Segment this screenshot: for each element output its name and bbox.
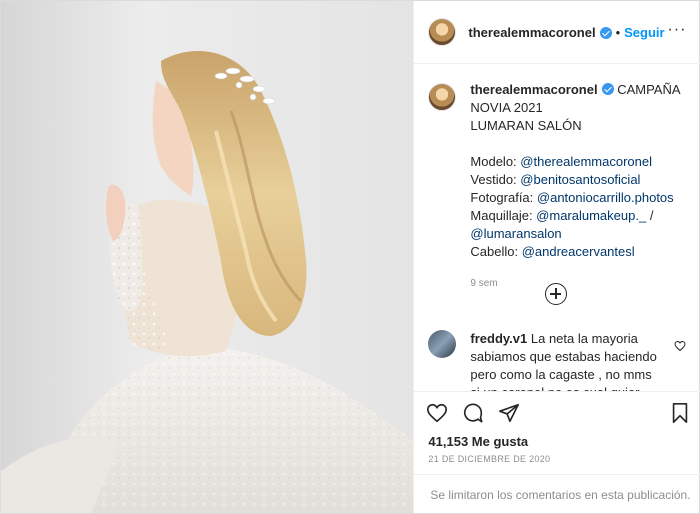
likes-count[interactable]: 41,153 Me gusta <box>428 434 528 449</box>
post-caption: therealemmacoronel CAMPAÑA NOVIA 2021 LU… <box>428 81 686 293</box>
action-icons <box>426 402 520 424</box>
comment-item: freddy.v1 La neta la mayoria sabiamos qu… <box>428 330 686 391</box>
credit-line: Vestido: @benitosantosoficial <box>470 171 680 189</box>
post-date[interactable]: 21 DE DICIEMBRE DE 2020 <box>428 454 550 464</box>
caption-line2: NOVIA 2021 <box>470 100 543 115</box>
caption-username[interactable]: therealemmacoronel <box>470 82 597 97</box>
credit-label: Fotografía: <box>470 190 537 205</box>
credit-line: Fotografía: @antoniocarrillo.photos <box>470 189 680 207</box>
caption-body: therealemmacoronel CAMPAÑA NOVIA 2021 LU… <box>470 81 680 293</box>
credit-label: Maquillaje: <box>470 208 537 223</box>
comment-bubble-icon[interactable] <box>462 402 484 424</box>
credit-mention[interactable]: @lumaransalon <box>470 226 561 241</box>
comment-body: freddy.v1 La neta la mayoria sabiamos qu… <box>470 330 660 391</box>
credit-suffix: / <box>646 208 654 223</box>
more-options-icon[interactable]: ··· <box>667 21 686 39</box>
credit-mention[interactable]: @benitosantosoficial <box>520 172 640 187</box>
post-header: therealemmacoronel • Seguir ··· <box>414 1 700 64</box>
credit-mention[interactable]: @maralumakeup._ <box>536 208 646 223</box>
post-actions: 41,153 Me gusta 21 DE DICIEMBRE DE 2020 … <box>414 391 700 513</box>
credit-mention[interactable]: @antoniocarrillo.photos <box>537 190 674 205</box>
caption-line1: CAMPAÑA <box>617 82 681 97</box>
load-more-comments-icon[interactable] <box>545 283 568 305</box>
separator-dot: • <box>615 24 621 40</box>
share-send-icon[interactable] <box>498 402 520 424</box>
save-bookmark-button[interactable] <box>670 402 690 424</box>
credit-line: @lumaransalon <box>470 225 680 243</box>
comment-like-icon[interactable] <box>674 340 686 352</box>
credit-mention[interactable]: @andreacervantesl <box>522 244 635 259</box>
author-username[interactable]: therealemmacoronel <box>468 25 595 40</box>
credit-line: Maquillaje: @maralumakeup._ / <box>470 207 680 225</box>
caption-line3: LUMARAN SALÓN <box>470 118 582 133</box>
caption-time: 9 sem <box>470 278 498 289</box>
like-heart-icon[interactable] <box>426 402 448 424</box>
post-sidebar: therealemmacoronel • Seguir ··· thereale… <box>413 1 700 513</box>
follow-button[interactable]: Seguir <box>624 25 664 40</box>
author-avatar[interactable] <box>428 18 457 46</box>
bride-photo-illustration <box>1 1 414 513</box>
commenter-avatar[interactable] <box>428 330 457 358</box>
verified-badge-icon <box>599 27 612 39</box>
commenter-username[interactable]: freddy.v1 <box>470 331 527 346</box>
comments-limited-notice: Se limitaron los comentarios en esta pub… <box>414 474 700 514</box>
caption-verified-icon <box>601 83 614 95</box>
credit-mention[interactable]: @therealemmacoronel <box>520 154 652 169</box>
credit-label: Modelo: <box>470 154 521 169</box>
credit-label: Cabello: <box>470 244 522 259</box>
bookmark-icon[interactable] <box>670 402 690 424</box>
post-photo[interactable] <box>1 1 414 513</box>
caption-avatar[interactable] <box>428 83 457 111</box>
credit-line: Cabello: @andreacervantesl <box>470 243 680 261</box>
credit-label: Vestido: <box>470 172 521 187</box>
credit-line: Modelo: @therealemmacoronel <box>470 153 680 171</box>
instagram-post: therealemmacoronel • Seguir ··· thereale… <box>0 0 700 514</box>
comments-area[interactable]: therealemmacoronel CAMPAÑA NOVIA 2021 LU… <box>414 65 700 391</box>
